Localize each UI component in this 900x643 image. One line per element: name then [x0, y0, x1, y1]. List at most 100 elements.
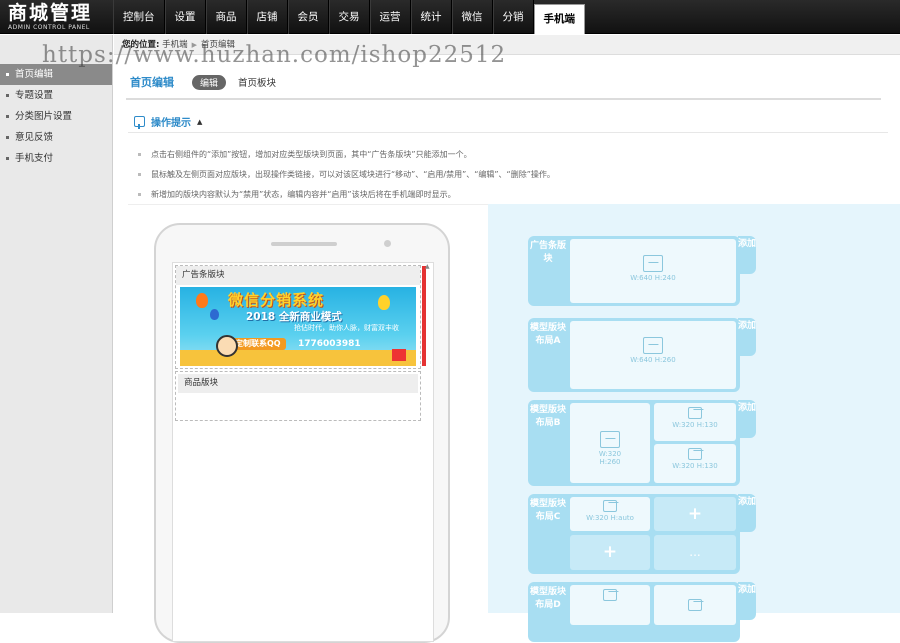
nav-stores[interactable]: 店铺: [246, 0, 288, 34]
add-module-button[interactable]: 添加: [738, 400, 756, 438]
tips-icon: [134, 116, 145, 129]
module-label: 模型版块布局D: [530, 587, 567, 610]
block-title: 广告条版块: [176, 266, 420, 285]
divider: [128, 132, 888, 133]
banner-block[interactable]: 广告条版块 微信分销系统 2018 全新商业模式 抢佔时代，助你人脉，财富双丰收…: [175, 265, 426, 369]
nav-settings[interactable]: 设置: [164, 0, 206, 34]
slot-size: W:320 H:130: [672, 462, 718, 470]
module-card-layout-a: 模型版块布局A 添加 W:640 H:260: [528, 318, 756, 392]
chevron-right-icon: ▶: [191, 41, 198, 49]
image-slot: W:320 H:260: [570, 403, 650, 483]
tips-toggle[interactable]: 操作提示 ▲: [134, 114, 202, 129]
page-tabs: 首页编辑 编辑 首页板块: [130, 74, 276, 90]
add-module-button[interactable]: 添加: [738, 494, 756, 532]
phone-preview-area: 广告条版块 微信分销系统 2018 全新商业模式 抢佔时代，助你人脉，财富双丰收…: [128, 204, 488, 643]
image-slot: W:320 H:auto: [570, 497, 650, 531]
image-slot: W:320 H:130: [654, 403, 736, 441]
tip-text: 点击右侧组件的“添加”按钮，增加对应类型版块到页面，其中“广告条版块”只能添加一…: [151, 150, 472, 159]
image-placeholder-icon: [688, 407, 702, 419]
cartoon-person-icon: [216, 335, 238, 357]
bullet-icon: [6, 136, 9, 139]
sidebar-item-mobile-pay[interactable]: 手机支付: [0, 148, 112, 169]
image-placeholder-icon: [643, 255, 663, 272]
module-card-layout-c: 模型版块布局C 添加 W:320 H:auto + + ...: [528, 494, 756, 574]
tip-text: 鼠标触及左侧页面对应版块，出现操作类链接，可以对该区域块进行“移动”、“启用/禁…: [151, 170, 555, 179]
add-slot-button[interactable]: +: [570, 535, 650, 570]
block-title: 商品版块: [178, 374, 418, 393]
breadcrumb-label: 您的位置:: [122, 40, 160, 50]
image-slot: W:640 H:260: [570, 321, 736, 389]
sidebar-item-label: 手机支付: [15, 153, 54, 164]
bullet-icon: [6, 94, 9, 97]
scroll-up-icon[interactable]: ▲: [425, 263, 430, 270]
balloon-icon: [378, 295, 390, 310]
module-card-layout-b: 模型版块布局B 添加 W:320 H:260 W:320 H:130 W:320…: [528, 400, 756, 486]
module-label: 模型版块布局C: [530, 499, 567, 522]
add-module-button[interactable]: 添加: [738, 582, 756, 620]
tip-text: 新增加的版块内容默认为“禁用”状态，编辑内容并“启用”该块后将在手机端即时显示。: [151, 190, 456, 199]
add-module-button[interactable]: 添加: [738, 236, 756, 274]
module-label: 模型版块布局A: [530, 323, 567, 346]
gift-box-icon: [392, 349, 406, 361]
divider: [126, 98, 881, 100]
nav-operation[interactable]: 运营: [369, 0, 411, 34]
banner-qq-label: 定制联系QQ: [230, 338, 286, 350]
balloon-icon: [210, 309, 219, 320]
image-placeholder-icon: [688, 448, 702, 460]
nav-goods[interactable]: 商品: [205, 0, 247, 34]
main-nav: 控制台 设置 商品 店铺 会员 交易 运营 统计 微信 分销 手机端: [113, 0, 585, 34]
slot-size: W:320 H:130: [672, 421, 718, 429]
more-slot-button[interactable]: ...: [654, 535, 736, 570]
image-placeholder-icon: [603, 589, 617, 601]
breadcrumb-item[interactable]: 手机端: [162, 40, 188, 50]
sidebar-item-category-images[interactable]: 分类图片设置: [0, 106, 112, 127]
slot-size: W:640 H:240: [630, 274, 676, 282]
sidebar-item-label: 意见反馈: [15, 132, 54, 143]
banner-headline: 微信分销系统: [228, 291, 325, 309]
top-bar: 商城管理 ADMIN CONTROL PANEL 控制台 设置 商品 店铺 会员…: [0, 0, 900, 34]
module-card-banner: 广告条版块 添加 W:640 H:240: [528, 236, 756, 306]
nav-distribution[interactable]: 分销: [492, 0, 534, 34]
tab-edit[interactable]: 编辑: [192, 74, 227, 90]
bullet-icon: [6, 73, 9, 76]
nav-stats[interactable]: 统计: [410, 0, 452, 34]
nav-members[interactable]: 会员: [287, 0, 329, 34]
bullet-icon: [6, 157, 9, 160]
brand-logo: 商城管理 ADMIN CONTROL PANEL: [8, 2, 112, 32]
add-slot-button[interactable]: +: [654, 497, 736, 531]
sidebar-item-feedback[interactable]: 意见反馈: [0, 127, 112, 148]
page-title: 首页编辑: [130, 76, 174, 89]
nav-dashboard[interactable]: 控制台: [113, 0, 165, 34]
module-label: 广告条版块: [530, 241, 567, 264]
nav-mobile[interactable]: 手机端: [533, 4, 585, 34]
add-module-button[interactable]: 添加: [738, 318, 756, 356]
goods-block[interactable]: 商品版块: [175, 371, 421, 421]
sidebar-item-label: 首页编辑: [15, 69, 54, 80]
tip-item: 新增加的版块内容默认为“禁用”状态，编辑内容并“启用”该块后将在手机端即时显示。: [138, 185, 555, 205]
phone-speaker: [271, 242, 337, 246]
sidebar: 首页编辑 专题设置 分类图片设置 意见反馈 手机支付: [0, 35, 113, 613]
nav-wechat[interactable]: 微信: [451, 0, 493, 34]
image-placeholder-icon: [603, 500, 617, 512]
tip-item: 鼠标触及左侧页面对应版块，出现操作类链接，可以对该区域块进行“移动”、“启用/禁…: [138, 165, 555, 185]
balloon-icon: [196, 293, 208, 308]
caret-up-icon: ▲: [197, 117, 203, 126]
sidebar-item-label: 专题设置: [15, 90, 54, 101]
image-slot: W:320 H:130: [654, 444, 736, 483]
banner-slogan: 抢佔时代，助你人脉，财富双丰收: [294, 324, 399, 332]
sidebar-item-label: 分类图片设置: [15, 111, 73, 122]
sidebar-item-topics[interactable]: 专题设置: [0, 85, 112, 106]
image-slot: [654, 585, 736, 625]
bullet-icon: [138, 193, 141, 196]
selection-indicator: [422, 266, 426, 366]
tip-item: 点击右侧组件的“添加”按钮，增加对应类型版块到页面，其中“广告条版块”只能添加一…: [138, 145, 555, 165]
bullet-icon: [6, 115, 9, 118]
phone-screen: 广告条版块 微信分销系统 2018 全新商业模式 抢佔时代，助你人脉，财富双丰收…: [172, 262, 434, 642]
image-placeholder-icon: [600, 431, 620, 448]
sidebar-item-home-edit[interactable]: 首页编辑: [0, 64, 112, 85]
nav-trade[interactable]: 交易: [328, 0, 370, 34]
phone-camera: [384, 240, 391, 247]
module-palette: 广告条版块 添加 W:640 H:240 模型版块布局A 添加 W:640 H:…: [488, 204, 900, 642]
tab-home-blocks[interactable]: 首页板块: [238, 75, 276, 89]
breadcrumb-item: 首页编辑: [201, 40, 236, 50]
